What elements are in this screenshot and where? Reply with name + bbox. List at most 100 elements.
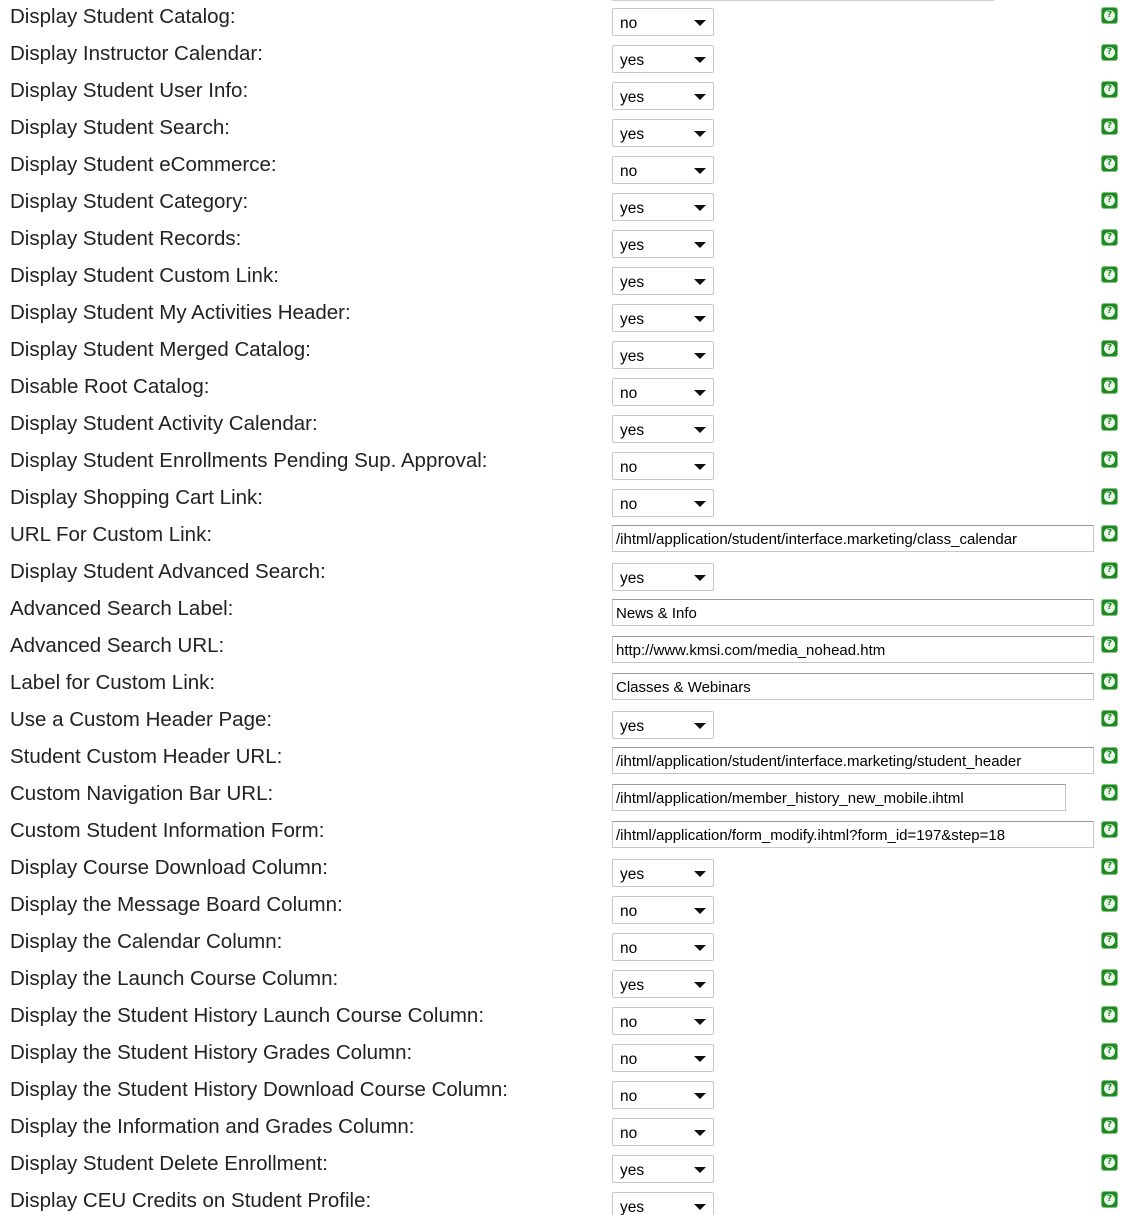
setting-text-input[interactable]: /ihtml/application/form_modify.ihtml?for… <box>612 821 1094 848</box>
setting-select[interactable]: no <box>612 896 714 924</box>
help-question-icon[interactable]: ? <box>1101 7 1118 24</box>
help-question-icon[interactable]: ? <box>1101 81 1118 98</box>
setting-select[interactable]: no <box>612 452 714 480</box>
setting-select[interactable]: no <box>612 1044 714 1072</box>
help-question-icon[interactable]: ? <box>1101 1117 1118 1134</box>
help-question-icon[interactable]: ? <box>1101 451 1118 468</box>
select-value: yes <box>620 237 645 254</box>
chevron-down-icon <box>694 279 706 285</box>
select-value: yes <box>620 89 645 106</box>
setting-select[interactable]: yes <box>612 563 714 591</box>
setting-select[interactable]: no <box>612 156 714 184</box>
help-question-icon[interactable]: ? <box>1101 1080 1118 1097</box>
setting-select[interactable]: yes <box>612 1155 714 1183</box>
question-mark-glyph: ? <box>1104 417 1115 428</box>
setting-select[interactable]: yes <box>612 970 714 998</box>
chevron-down-icon <box>694 57 706 63</box>
setting-text-input[interactable]: /ihtml/application/student/interface.mar… <box>612 747 1094 774</box>
help-question-icon[interactable]: ? <box>1101 118 1118 135</box>
help-question-icon[interactable]: ? <box>1101 1154 1118 1171</box>
select-value: no <box>620 1051 638 1068</box>
help-question-icon[interactable]: ? <box>1101 44 1118 61</box>
setting-row: Display Course Download Column: yes? <box>0 853 1124 889</box>
setting-text-input[interactable]: http://www.kmsi.com/media_nohead.htm <box>612 636 1094 663</box>
setting-select[interactable]: yes <box>612 1192 714 1215</box>
setting-select[interactable]: yes <box>612 859 714 887</box>
help-question-icon[interactable]: ? <box>1101 599 1118 616</box>
help-question-icon[interactable]: ? <box>1101 821 1118 838</box>
help-question-icon[interactable]: ? <box>1101 525 1118 542</box>
help-question-icon[interactable]: ? <box>1101 1191 1118 1208</box>
help-question-icon[interactable]: ? <box>1101 1006 1118 1023</box>
input-value: /ihtml/application/form_modify.ihtml?for… <box>616 827 1006 844</box>
help-question-icon[interactable]: ? <box>1101 1043 1118 1060</box>
setting-label: Custom Navigation Bar URL: <box>10 782 274 805</box>
help-question-icon[interactable]: ? <box>1101 340 1118 357</box>
setting-label: Display Course Download Column: <box>10 856 328 879</box>
help-question-icon[interactable]: ? <box>1101 192 1118 209</box>
select-value: yes <box>620 570 645 587</box>
question-mark-glyph: ? <box>1104 47 1115 58</box>
setting-row: Display the Student History Download Cou… <box>0 1075 1124 1111</box>
setting-row: Display CEU Credits on Student Profile: y… <box>0 1186 1124 1215</box>
setting-label: Display Student User Info: <box>10 79 249 102</box>
select-value: no <box>620 1125 638 1142</box>
setting-select[interactable]: yes <box>612 230 714 258</box>
setting-text-input[interactable]: News & Info <box>612 599 1094 626</box>
question-mark-glyph: ? <box>1104 787 1115 798</box>
setting-label: Display Student Advanced Search: <box>10 560 326 583</box>
setting-text-input[interactable]: Classes & Webinars <box>612 673 1094 700</box>
help-question-icon[interactable]: ? <box>1101 673 1118 690</box>
select-value: no <box>620 496 638 513</box>
help-question-icon[interactable]: ? <box>1101 377 1118 394</box>
help-question-icon[interactable]: ? <box>1101 636 1118 653</box>
help-question-icon[interactable]: ? <box>1101 303 1118 320</box>
setting-row: Display the Student History Launch Cours… <box>0 1001 1124 1037</box>
setting-select[interactable]: yes <box>612 267 714 295</box>
setting-label: Label for Custom Link: <box>10 671 216 694</box>
setting-select[interactable]: yes <box>612 304 714 332</box>
chevron-down-icon <box>694 242 706 248</box>
setting-select[interactable]: yes <box>612 193 714 221</box>
help-question-icon[interactable]: ? <box>1101 562 1118 579</box>
help-question-icon[interactable]: ? <box>1101 488 1118 505</box>
setting-select[interactable]: yes <box>612 119 714 147</box>
setting-select[interactable]: no <box>612 489 714 517</box>
input-value: /ihtml/application/member_history_new_mo… <box>616 790 964 807</box>
setting-row: URL For Custom Link: /ihtml/application/s… <box>0 520 1124 556</box>
help-question-icon[interactable]: ? <box>1101 784 1118 801</box>
select-value: no <box>620 1014 638 1031</box>
help-question-icon[interactable]: ? <box>1101 932 1118 949</box>
help-question-icon[interactable]: ? <box>1101 229 1118 246</box>
setting-select[interactable]: yes <box>612 45 714 73</box>
question-mark-glyph: ? <box>1104 380 1115 391</box>
setting-select[interactable]: no <box>612 1081 714 1109</box>
select-value: no <box>620 459 638 476</box>
setting-label: Display Student My Activities Header: <box>10 301 351 324</box>
help-question-icon[interactable]: ? <box>1101 414 1118 431</box>
settings-form: Display Student Catalog: no? Display Instr… <box>0 0 1124 1215</box>
setting-select[interactable]: yes <box>612 82 714 110</box>
setting-text-input[interactable]: /ihtml/application/member_history_new_mo… <box>612 784 1066 811</box>
help-question-icon[interactable]: ? <box>1101 266 1118 283</box>
setting-row: Display Student Search: yes? <box>0 113 1124 149</box>
help-question-icon[interactable]: ? <box>1101 747 1118 764</box>
chevron-down-icon <box>694 205 706 211</box>
question-mark-glyph: ? <box>1104 158 1115 169</box>
setting-text-input[interactable]: /ihtml/application/student/interface.mar… <box>612 525 1094 552</box>
help-question-icon[interactable]: ? <box>1101 969 1118 986</box>
help-question-icon[interactable]: ? <box>1101 155 1118 172</box>
help-question-icon[interactable]: ? <box>1101 710 1118 727</box>
help-question-icon[interactable]: ? <box>1101 895 1118 912</box>
setting-select[interactable]: no <box>612 378 714 406</box>
setting-label: Display the Student History Launch Cours… <box>10 1004 485 1027</box>
setting-select[interactable]: yes <box>612 415 714 443</box>
setting-select[interactable]: no <box>612 1007 714 1035</box>
setting-select[interactable]: yes <box>612 341 714 369</box>
setting-select[interactable]: yes <box>612 711 714 739</box>
setting-select[interactable]: no <box>612 933 714 961</box>
help-question-icon[interactable]: ? <box>1101 858 1118 875</box>
question-mark-glyph: ? <box>1104 232 1115 243</box>
setting-select[interactable]: no <box>612 1118 714 1146</box>
setting-select[interactable]: no <box>612 8 714 36</box>
